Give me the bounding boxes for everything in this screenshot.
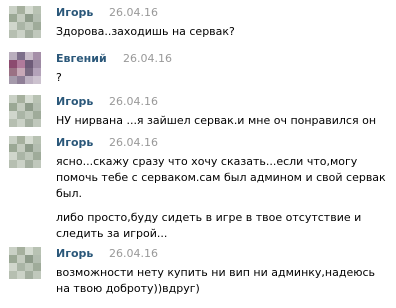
message-date: 26.04.16: [123, 52, 172, 65]
message-text: либо просто,буду сидеть в игре в твое от…: [56, 211, 362, 240]
avatar[interactable]: [9, 6, 41, 38]
author-name[interactable]: Игорь: [56, 247, 93, 260]
author-name[interactable]: Игорь: [56, 95, 93, 108]
author-name[interactable]: Игорь: [56, 136, 93, 149]
message-text: Здорова..заходишь на сервак?: [56, 25, 235, 38]
message-date: 26.04.16: [109, 136, 158, 149]
message-text: ?: [56, 71, 62, 84]
author-name[interactable]: Евгений: [56, 52, 107, 65]
message-date: 26.04.16: [109, 95, 158, 108]
avatar[interactable]: [9, 95, 41, 127]
message-date: 26.04.16: [109, 6, 158, 19]
message-text: ясно...скажу сразу что хочу сказать...ес…: [56, 155, 386, 200]
author-name[interactable]: Игорь: [56, 6, 93, 19]
avatar[interactable]: [9, 52, 41, 84]
avatar[interactable]: [9, 247, 41, 279]
message-text: возможности нету купить ни вип ни админк…: [56, 266, 376, 295]
message-date: 26.04.16: [109, 247, 158, 260]
message-text: НУ нирвана ...я зайшел сервак.и мне оч п…: [56, 114, 377, 127]
avatar[interactable]: [9, 136, 41, 168]
